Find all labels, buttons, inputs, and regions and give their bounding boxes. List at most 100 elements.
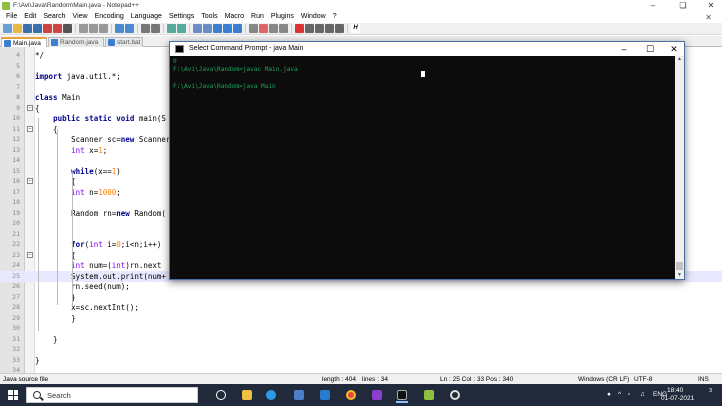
bat-file-icon: [108, 39, 115, 46]
windows-start-icon[interactable]: [8, 390, 18, 400]
tab-start-bat[interactable]: start.bat: [105, 37, 143, 47]
restore-icon[interactable]: ❏: [670, 0, 696, 12]
save-macro-icon[interactable]: [335, 24, 344, 33]
open-file-icon[interactable]: [13, 24, 22, 33]
new-file-icon[interactable]: [3, 24, 12, 33]
play-multiple-icon[interactable]: [325, 24, 334, 33]
word-wrap-icon[interactable]: [213, 24, 222, 33]
command-prompt-window[interactable]: Select Command Prompt - java Main – ☐ ✕ …: [169, 41, 685, 280]
code-line[interactable]: 31 }: [0, 334, 722, 345]
zoom-in-icon[interactable]: [167, 24, 176, 33]
line-number: 16: [12, 177, 20, 185]
volume-icon[interactable]: ♫: [640, 391, 645, 398]
cut-icon[interactable]: [79, 24, 88, 33]
find-icon[interactable]: [141, 24, 150, 33]
menu-item[interactable]: Window: [298, 12, 330, 23]
cmd-output[interactable]: 0 F:\Avi\Java\Random>javac Main.java F:\Av…: [170, 56, 675, 279]
menu-item[interactable]: Macro: [222, 12, 248, 23]
fold-toggle-icon[interactable]: −: [27, 251, 33, 258]
network-icon[interactable]: ▫: [628, 391, 630, 398]
code-line[interactable]: 33}: [0, 355, 722, 366]
chevron-up-icon[interactable]: ^: [618, 391, 621, 398]
fold-toggle-icon[interactable]: −: [27, 104, 33, 111]
code-line[interactable]: 32: [0, 344, 722, 355]
sync-scroll-v-icon[interactable]: [193, 24, 202, 33]
menu-item[interactable]: Plugins: [268, 12, 298, 23]
close-all-icon[interactable]: [53, 24, 62, 33]
task-view-icon[interactable]: [212, 387, 230, 403]
person-icon[interactable]: ●: [607, 391, 611, 398]
sync-scroll-h-icon[interactable]: [203, 24, 212, 33]
menu-item[interactable]: View: [70, 12, 92, 23]
play-macro-icon[interactable]: [315, 24, 324, 33]
undo-icon[interactable]: [115, 24, 124, 33]
lang-icon[interactable]: [249, 24, 258, 33]
mail-icon[interactable]: [316, 387, 334, 403]
notepadpp-taskbar-icon[interactable]: [420, 387, 438, 403]
chrome-icon[interactable]: [342, 387, 360, 403]
show-all-chars-icon[interactable]: [223, 24, 232, 33]
settings-gear-icon[interactable]: [446, 387, 464, 403]
copy-icon[interactable]: [89, 24, 98, 33]
record-macro-icon[interactable]: [295, 24, 304, 33]
file-explorer-icon[interactable]: [238, 387, 256, 403]
cmd-output-line: F:\Avi\Java\Random>java Main: [173, 82, 276, 90]
scroll-down-icon[interactable]: ▼: [675, 272, 684, 279]
line-number: 27: [12, 292, 20, 301]
code-text: while(x==1): [71, 166, 121, 176]
photos-icon[interactable]: [368, 387, 386, 403]
code-text: import java.util.*;: [35, 72, 121, 81]
tab-main-java[interactable]: Main.java: [1, 37, 47, 47]
menu-item[interactable]: ?: [330, 12, 341, 23]
menu-item[interactable]: Encoding: [92, 12, 128, 23]
code-line[interactable]: 26 rn.seed(num);: [0, 281, 722, 292]
menu-item[interactable]: Settings: [166, 12, 198, 23]
stop-macro-icon[interactable]: [305, 24, 314, 33]
indent-guide-icon[interactable]: [233, 24, 242, 33]
replace-icon[interactable]: [151, 24, 160, 33]
fold-toggle-icon[interactable]: −: [27, 178, 33, 184]
save-all-icon[interactable]: [33, 24, 42, 33]
menu-item[interactable]: Search: [40, 12, 69, 23]
doc-map-icon[interactable]: [259, 24, 268, 33]
edge-icon[interactable]: [262, 387, 280, 403]
status-eol[interactable]: Windows (CR LF): [578, 376, 629, 383]
scroll-thumb[interactable]: [676, 262, 683, 270]
cmd-minimize-icon[interactable]: –: [610, 42, 638, 56]
redo-icon[interactable]: [125, 24, 134, 33]
zoom-out-icon[interactable]: [177, 24, 186, 33]
status-encoding[interactable]: UTF-8: [634, 376, 652, 383]
clock-date[interactable]: 01-07-2021: [661, 395, 694, 402]
minimize-icon[interactable]: –: [640, 0, 666, 12]
cmd-taskbar-icon[interactable]: [393, 387, 411, 403]
run-icon[interactable]: H: [351, 24, 360, 33]
menu-item[interactable]: Language: [128, 12, 166, 23]
save-icon[interactable]: [23, 24, 32, 33]
menu-item[interactable]: File: [3, 12, 21, 23]
code-line[interactable]: 27 }: [0, 292, 722, 303]
status-mode[interactable]: INS: [698, 376, 709, 383]
function-list-icon[interactable]: [269, 24, 278, 33]
cmd-title-bar[interactable]: Select Command Prompt - java Main – ☐ ✕: [170, 42, 684, 56]
close-doc-icon[interactable]: ✕: [702, 12, 716, 22]
close-file-icon[interactable]: [43, 24, 52, 33]
print-icon[interactable]: [63, 24, 72, 33]
folder-workspace-icon[interactable]: [279, 24, 288, 33]
tab-random-java[interactable]: Random.java: [48, 37, 104, 47]
clock-time[interactable]: 18:40: [667, 387, 683, 394]
cmd-scrollbar[interactable]: ▲ ▼: [675, 56, 684, 279]
code-line[interactable]: 30: [0, 323, 722, 334]
close-icon[interactable]: ✕: [698, 0, 722, 12]
scroll-up-icon[interactable]: ▲: [675, 56, 684, 63]
paste-icon[interactable]: [99, 24, 108, 33]
cmd-title: Select Command Prompt - java Main: [189, 45, 304, 52]
menu-item[interactable]: Tools: [198, 12, 221, 23]
fold-toggle-icon[interactable]: −: [27, 125, 33, 132]
store-icon[interactable]: [290, 387, 308, 403]
code-line[interactable]: 28 x=sc.nextInt();: [0, 302, 722, 313]
menu-item[interactable]: Run: [248, 12, 268, 23]
menu-item[interactable]: Edit: [21, 12, 40, 23]
taskbar-search-box[interactable]: Search: [26, 387, 198, 403]
code-line[interactable]: 29 }: [0, 313, 722, 324]
cmd-close-icon[interactable]: ✕: [660, 42, 688, 56]
